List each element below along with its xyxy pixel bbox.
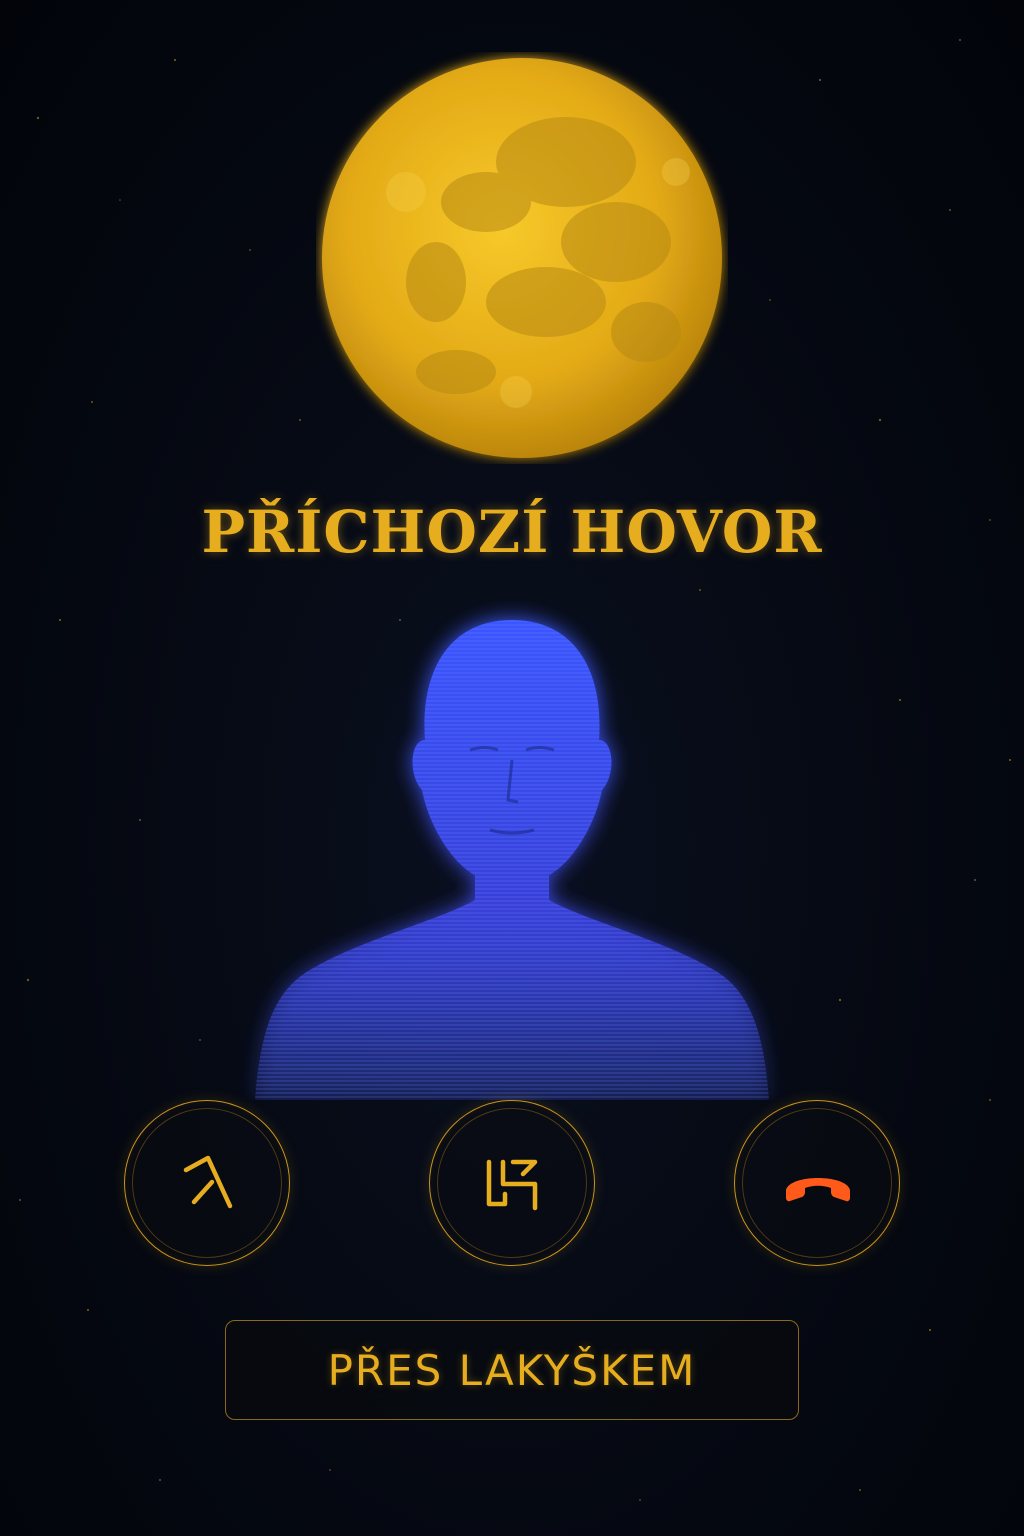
caller-label-button[interactable]: PŘES LAKYŠKEM (225, 1320, 799, 1420)
hang-up-phone-icon (786, 1178, 850, 1202)
decline-call-button[interactable] (734, 1100, 900, 1266)
incoming-call-screen: PŘÍCHOZÍ HOVOR PŘES LAKYŠKEM (0, 0, 1024, 1536)
rune-glyph-icon (486, 1159, 538, 1211)
incoming-call-title: PŘÍCHOZÍ HOVOR (201, 498, 823, 566)
arrow-glyph-icon (183, 1155, 233, 1209)
caller-avatar (255, 620, 769, 1100)
accept-call-button[interactable] (124, 1100, 290, 1266)
caller-label: PŘES LAKYŠKEM (327, 1345, 697, 1395)
moon-image (322, 58, 722, 458)
message-button[interactable] (429, 1100, 595, 1266)
